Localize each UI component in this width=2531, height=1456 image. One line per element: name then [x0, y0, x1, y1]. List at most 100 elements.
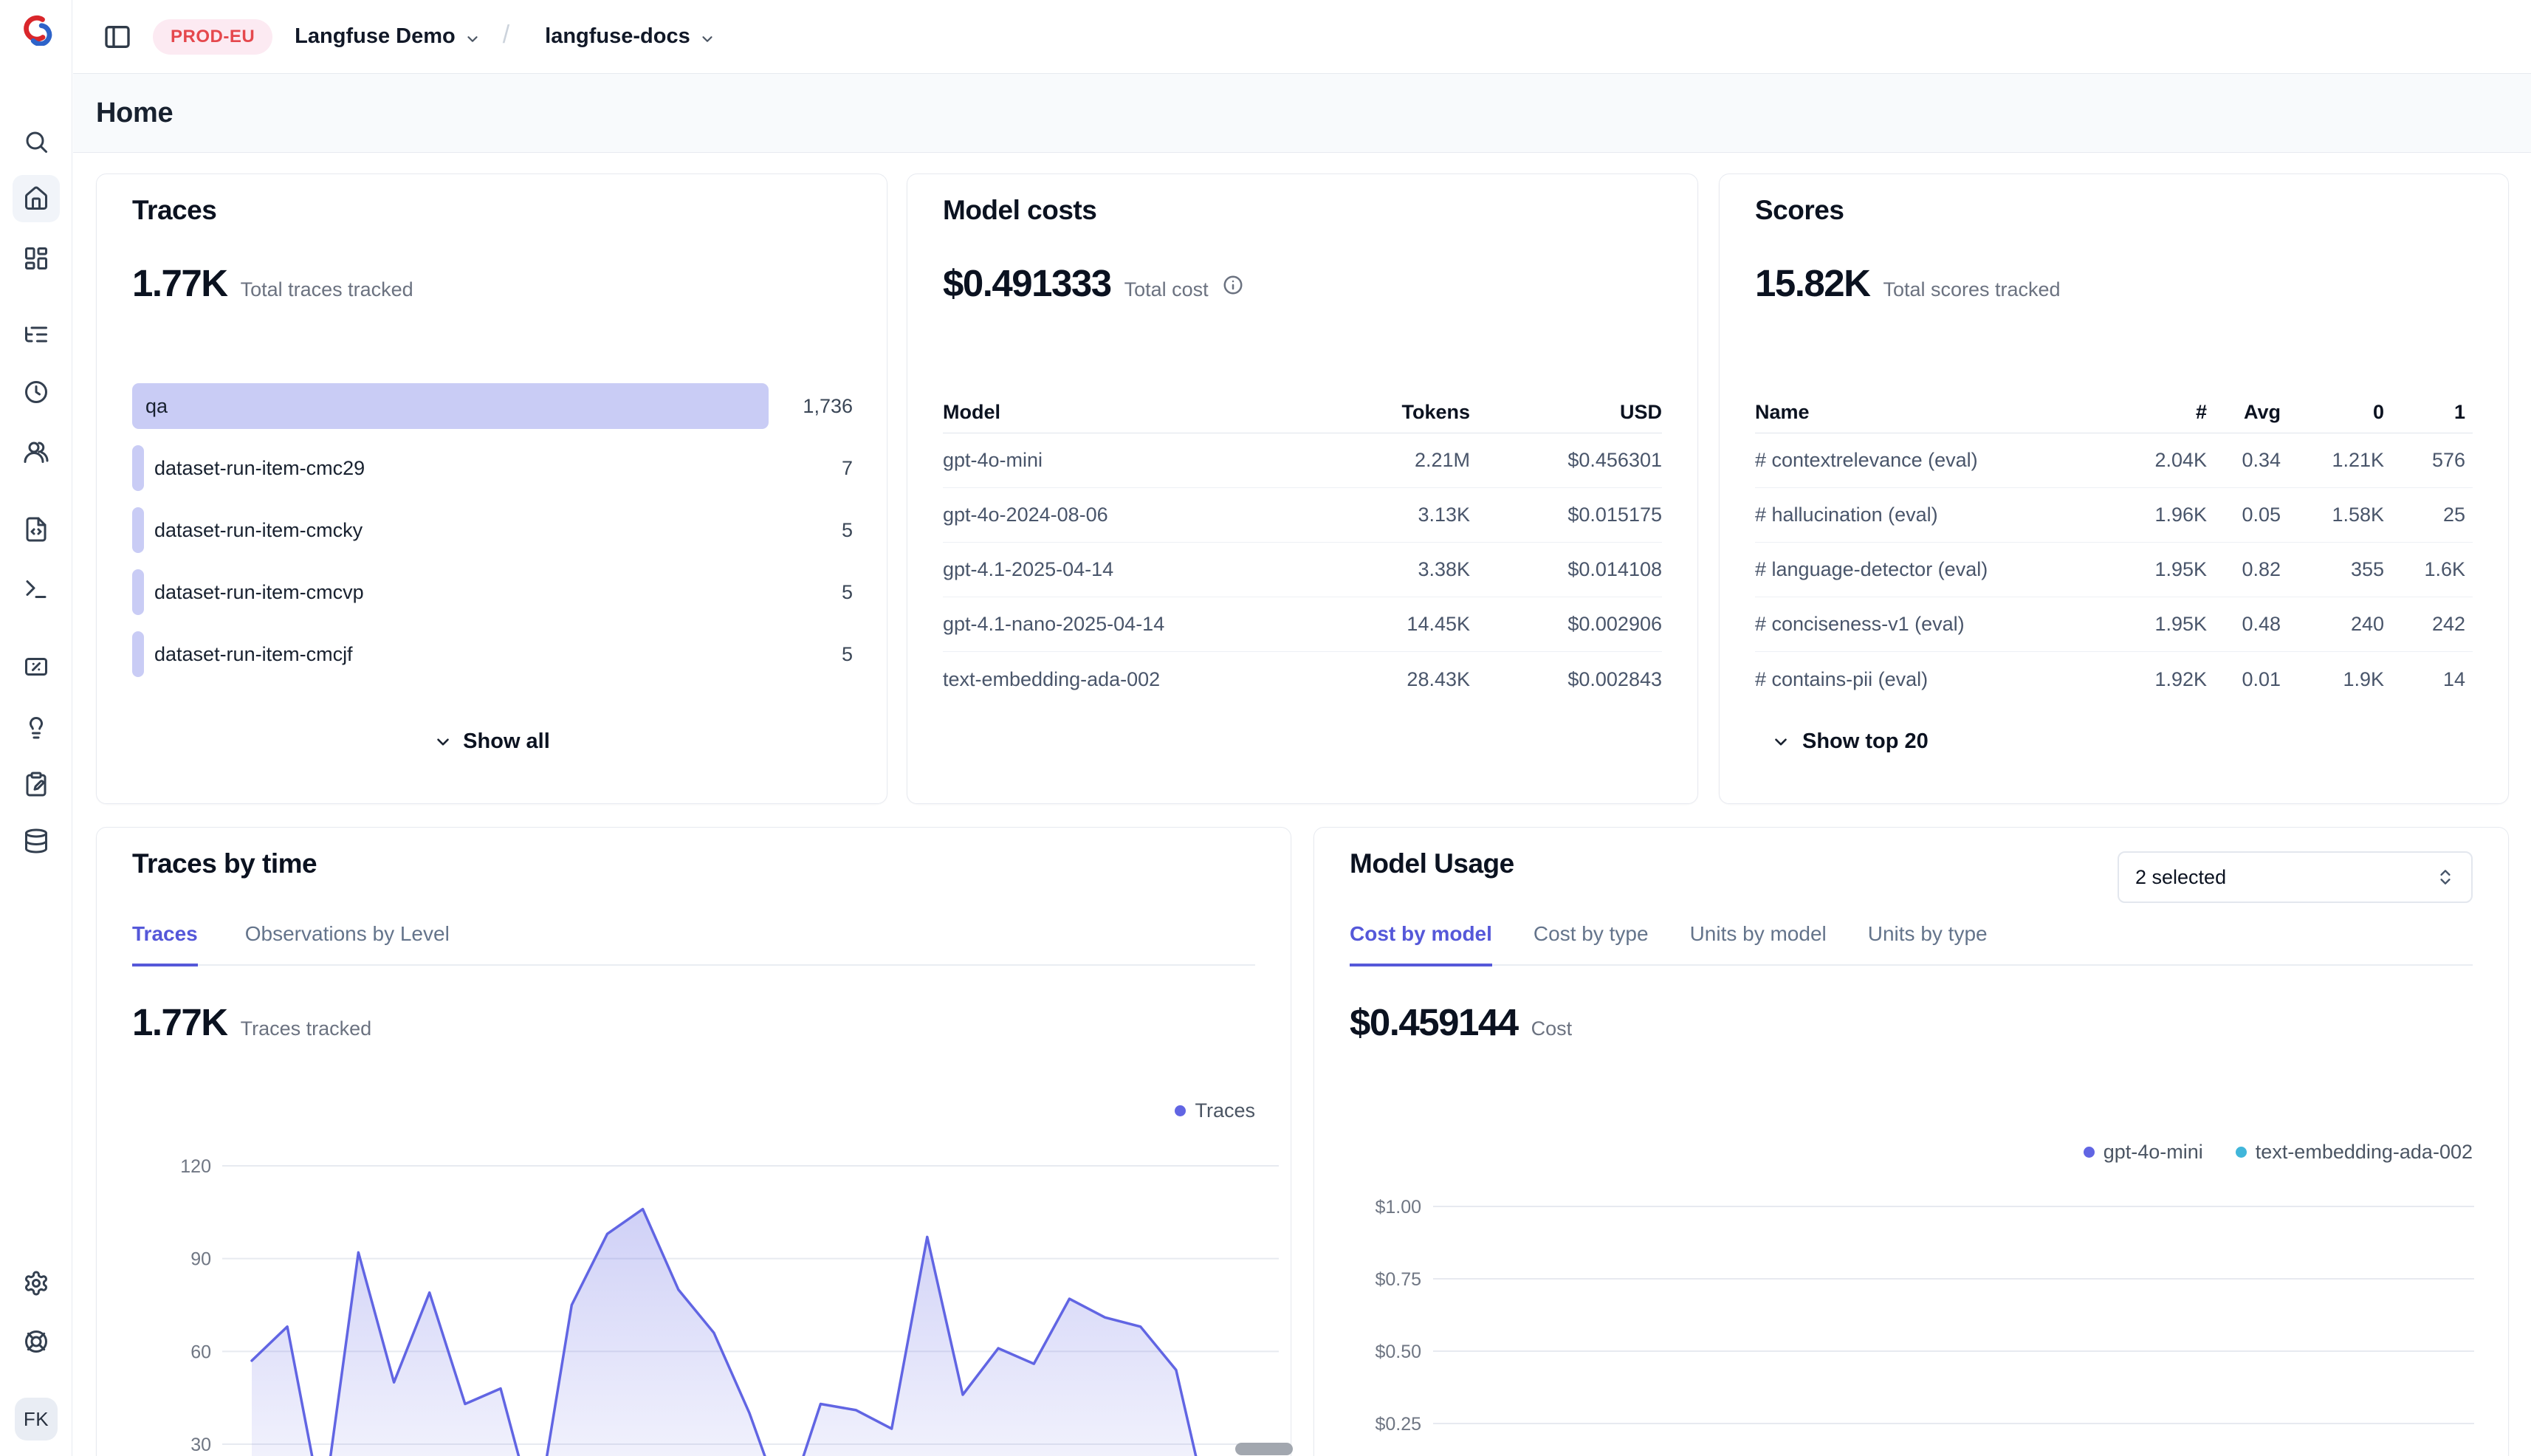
cell-usd: $0.456301	[1470, 449, 1662, 472]
bar	[132, 507, 144, 553]
table-row[interactable]: # contextrelevance (eval)2.04K0.341.21K5…	[1755, 433, 2473, 488]
sidebar: FK	[0, 0, 72, 1456]
tab-cost-by-type[interactable]: Cost by type	[1534, 922, 1649, 964]
svg-text:60: 60	[190, 1342, 211, 1362]
trace-bar-row[interactable]: dataset-run-item-cmc297	[132, 445, 853, 491]
show-all-button[interactable]: Show all	[97, 729, 887, 754]
avatar[interactable]: FK	[15, 1398, 58, 1440]
settings-icon[interactable]	[23, 1270, 49, 1297]
support-icon[interactable]	[23, 1328, 49, 1355]
trace-bar-row[interactable]: dataset-run-item-cmcjf5	[132, 631, 853, 677]
show-top-20-button[interactable]: Show top 20	[1771, 729, 1929, 754]
column-usd: USD	[1470, 401, 1662, 424]
tab-cost-by-model[interactable]: Cost by model	[1350, 922, 1492, 966]
tab-units-by-type[interactable]: Units by type	[1868, 922, 1988, 964]
bar	[132, 445, 144, 491]
table-row[interactable]: # contains-pii (eval)1.92K0.011.9K14	[1755, 652, 2473, 707]
cell-name: # conciseness-v1 (eval)	[1755, 613, 2111, 636]
table-row[interactable]: # conciseness-v1 (eval)1.95K0.48240242	[1755, 597, 2473, 652]
cell-zero: 1.21K	[2288, 449, 2391, 472]
table-row[interactable]: gpt-4.1-2025-04-143.38K$0.014108	[943, 543, 1662, 597]
cell-one: 14	[2391, 668, 2473, 691]
model-usage-card: Model Usage 2 selected Cost by model Cos…	[1313, 827, 2509, 1456]
cell-one: 25	[2391, 504, 2473, 526]
org-switcher[interactable]: Langfuse Demo	[295, 24, 481, 49]
llm-judge-icon[interactable]	[23, 713, 49, 740]
tab-observations-by-level[interactable]: Observations by Level	[245, 922, 450, 964]
tab-traces[interactable]: Traces	[132, 922, 198, 966]
panel-left-icon[interactable]	[103, 22, 132, 52]
chevron-down-icon	[464, 29, 481, 45]
tracing-icon[interactable]	[23, 321, 49, 348]
metric-value: $0.491333	[943, 261, 1111, 305]
table-row[interactable]: gpt-4o-2024-08-063.13K$0.015175	[943, 488, 1662, 543]
cell-count: 1.96K	[2111, 504, 2214, 526]
table-row[interactable]: # hallucination (eval)1.96K0.051.58K25	[1755, 488, 2473, 543]
svg-text:$0.50: $0.50	[1375, 1342, 1421, 1362]
svg-text:30: 30	[190, 1435, 211, 1455]
table-header: Model Tokens USD	[943, 392, 1662, 433]
cell-one: 1.6K	[2391, 558, 2473, 581]
cell-usd: $0.014108	[1470, 558, 1662, 581]
cell-one: 576	[2391, 449, 2473, 472]
table-row[interactable]: text-embedding-ada-00228.43K$0.002843	[943, 652, 1662, 707]
bar-label: dataset-run-item-cmc29	[154, 445, 365, 491]
org-name: Langfuse Demo	[295, 24, 456, 49]
evaluation-icon[interactable]	[23, 653, 49, 680]
card-title: Scores	[1755, 195, 1844, 226]
trace-bar-row[interactable]: qa1,736	[132, 383, 853, 429]
traces-area-chart: 120906030	[126, 1138, 1285, 1456]
metric-label: Total traces tracked	[241, 278, 413, 301]
column-tokens: Tokens	[1249, 401, 1470, 424]
users-icon[interactable]	[23, 439, 49, 465]
dashboard-icon[interactable]	[23, 245, 49, 272]
metric-value: 1.77K	[132, 1000, 227, 1044]
table-row[interactable]: gpt-4.1-nano-2025-04-1414.45K$0.002906	[943, 597, 1662, 652]
legend-dot	[1175, 1105, 1186, 1116]
page-header: Home	[73, 74, 2531, 153]
playground-icon[interactable]	[23, 576, 49, 602]
column-name: Name	[1755, 401, 2111, 424]
tab-units-by-model[interactable]: Units by model	[1690, 922, 1827, 964]
table-row[interactable]: gpt-4o-mini2.21M$0.456301	[943, 433, 1662, 488]
traces-bar-list: qa1,736dataset-run-item-cmc297dataset-ru…	[132, 383, 853, 693]
info-icon[interactable]	[1222, 274, 1244, 296]
cell-usd: $0.015175	[1470, 504, 1662, 526]
svg-text:$1.00: $1.00	[1375, 1197, 1421, 1218]
model-usage-line-chart: $1.00$0.75$0.50$0.25	[1330, 1153, 2482, 1456]
widget-resize-handle[interactable]	[1235, 1443, 1293, 1455]
model-select-dropdown[interactable]: 2 selected	[2118, 851, 2473, 903]
legend-item[interactable]: Traces	[1175, 1099, 1255, 1122]
home-icon[interactable]	[23, 185, 49, 212]
trace-bar-row[interactable]: dataset-run-item-cmcky5	[132, 507, 853, 553]
prompts-icon[interactable]	[23, 516, 49, 543]
project-switcher[interactable]: langfuse-docs	[545, 24, 715, 49]
cost-metric: $0.459144 Cost	[1350, 1000, 1572, 1044]
table-body: gpt-4o-mini2.21M$0.456301gpt-4o-2024-08-…	[943, 433, 1662, 707]
project-name: langfuse-docs	[545, 24, 690, 49]
cell-tokens: 2.21M	[1249, 449, 1470, 472]
cell-usd: $0.002906	[1470, 613, 1662, 636]
cell-count: 1.95K	[2111, 613, 2214, 636]
database-icon[interactable]	[23, 828, 49, 854]
cell-model: gpt-4o-2024-08-06	[943, 504, 1249, 526]
cell-count: 2.04K	[2111, 449, 2214, 472]
model-costs-card: Model costs $0.491333 Total cost Model T…	[907, 174, 1698, 804]
langfuse-logo-icon[interactable]	[18, 12, 52, 46]
cell-avg: 0.34	[2214, 449, 2288, 472]
svg-text:90: 90	[190, 1249, 211, 1270]
traces-by-time-tabs: Traces Observations by Level	[132, 922, 1255, 966]
trace-bar-row[interactable]: dataset-run-item-cmcvp5	[132, 569, 853, 615]
breadcrumb-separator: /	[503, 21, 509, 49]
sessions-icon[interactable]	[23, 379, 49, 405]
cell-model: gpt-4o-mini	[943, 449, 1249, 472]
datasets-icon[interactable]	[23, 771, 49, 797]
model-usage-tabs: Cost by model Cost by type Units by mode…	[1350, 922, 2473, 966]
cell-avg: 0.82	[2214, 558, 2288, 581]
bar-label: dataset-run-item-cmcjf	[154, 631, 353, 677]
search-icon[interactable]	[23, 128, 49, 155]
cell-zero: 355	[2288, 558, 2391, 581]
environment-badge: PROD-EU	[153, 19, 272, 55]
column-count: #	[2111, 401, 2214, 424]
table-row[interactable]: # language-detector (eval)1.95K0.823551.…	[1755, 543, 2473, 597]
